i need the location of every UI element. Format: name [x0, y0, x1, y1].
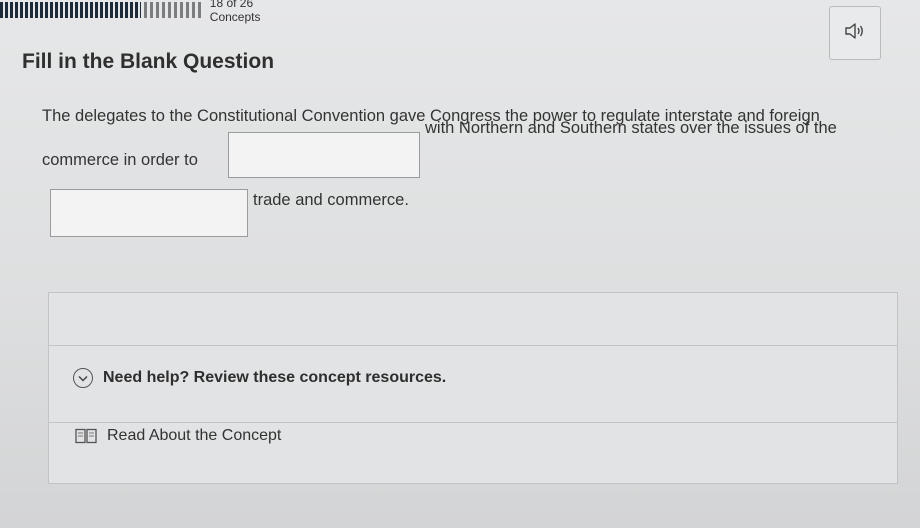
progress-indicator: 18 of 26 Concepts	[0, 0, 300, 24]
resource-link-label: Read About the Concept	[107, 427, 282, 444]
progress-bar-fill	[0, 2, 141, 18]
question-text-line-3-end: trade and commerce.	[253, 191, 409, 209]
help-resources-header[interactable]: Need help? Review these concept resource…	[49, 345, 897, 423]
question-card: 18 of 26 Concepts Fill in the Blank Ques…	[0, 0, 920, 528]
speaker-icon	[844, 22, 866, 45]
book-icon	[75, 428, 97, 444]
read-about-concept-link[interactable]: Read About the Concept	[75, 427, 281, 445]
read-aloud-button[interactable]	[829, 6, 881, 60]
progress-bar	[0, 2, 204, 18]
answer-blank-1[interactable]	[228, 132, 420, 178]
help-resources-panel: Need help? Review these concept resource…	[48, 292, 898, 484]
progress-text: 18 of 26 Concepts	[209, 0, 261, 24]
question-title: Fill in the Blank Question	[22, 50, 275, 73]
question-text-line-2-end: with Northern and Southern states over t…	[425, 119, 837, 137]
help-toggle-label: Need help? Review these concept resource…	[103, 369, 447, 386]
help-resources-toggle[interactable]: Need help? Review these concept resource…	[73, 368, 446, 388]
question-text-line-2-start: commerce in order to	[42, 151, 198, 169]
chevron-down-circle-icon	[73, 368, 93, 388]
answer-blank-2[interactable]	[50, 189, 248, 237]
